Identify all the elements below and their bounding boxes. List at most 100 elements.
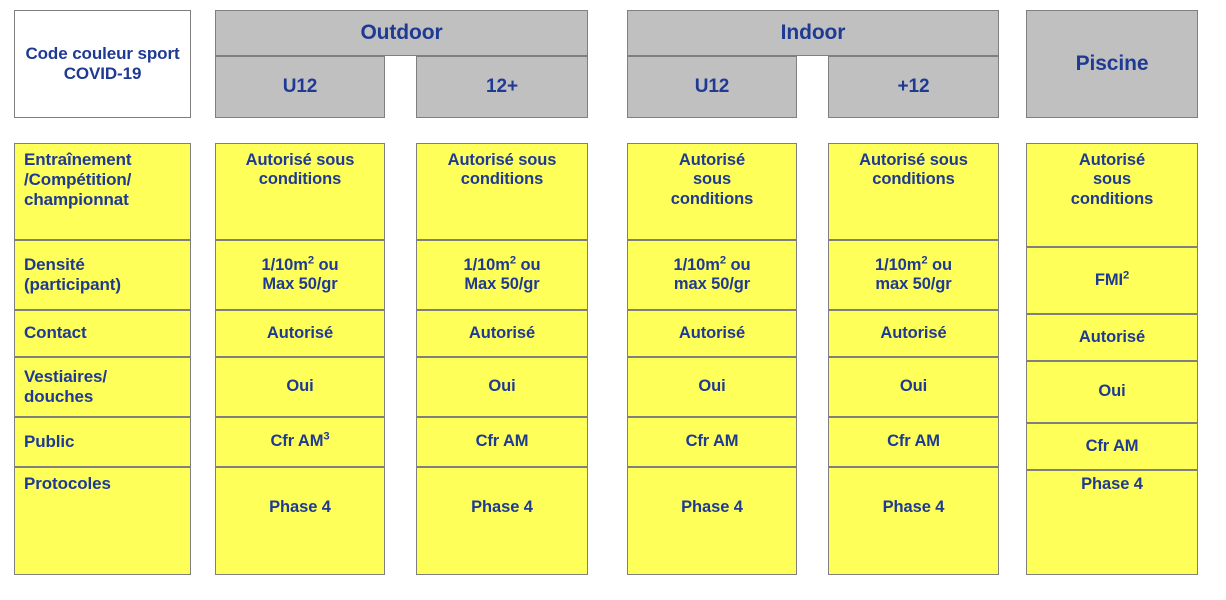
- text-line: Max 50/gr: [262, 275, 338, 293]
- cell-r2-c3: Autorisé: [828, 310, 999, 357]
- cell-text: Protocoles: [24, 474, 190, 494]
- cell-text: Phase 4: [829, 498, 998, 517]
- text-line: FMI2: [1094, 269, 1130, 289]
- text-line: 1/10m2 ou: [673, 254, 751, 274]
- covid-sport-color-code-table: Code couleur sport COVID-19 Outdoor U12 12+…: [0, 0, 1226, 600]
- text-line: Cfr AM: [1085, 436, 1139, 455]
- row-label-4: Public: [14, 417, 191, 467]
- header-sub-label: +12: [897, 75, 930, 97]
- text-line: Phase 4: [269, 498, 331, 516]
- cell-text: Oui: [417, 377, 587, 396]
- text-line: Autorisé sous: [447, 151, 557, 169]
- cell-text: Vestiaires/douches: [24, 367, 190, 407]
- cell-r2-c1: Autorisé: [416, 310, 588, 357]
- header-piscine: Piscine: [1026, 10, 1198, 118]
- header-sub-outdoor-u12: U12: [215, 56, 385, 118]
- text-line: Oui: [286, 377, 314, 396]
- cell-r4-c3: Cfr AM: [828, 417, 999, 467]
- text-line: Contact: [24, 323, 87, 343]
- cell-r1-c4: FMI2: [1026, 247, 1198, 314]
- cell-r3-c2: Oui: [627, 357, 797, 417]
- text-line: conditions: [460, 170, 544, 189]
- cell-r4-c2: Cfr AM: [627, 417, 797, 467]
- row-label-0: Entraînement/Compétition/championnat: [14, 143, 191, 240]
- cell-r5-c2: Phase 4: [627, 467, 797, 575]
- text-line: conditions: [670, 189, 754, 208]
- cell-text: Oui: [829, 377, 998, 396]
- text-line: sous: [692, 170, 732, 189]
- text-line: (participant): [24, 275, 121, 294]
- text-line: Autorisé: [266, 323, 334, 342]
- text-line: 1/10m2 ou: [261, 254, 339, 274]
- header-sub-indoor-plus12: +12: [828, 56, 999, 118]
- cell-r2-c0: Autorisé: [215, 310, 385, 357]
- header-sub-label: 12+: [486, 75, 518, 97]
- text-line: max 50/gr: [875, 275, 952, 293]
- title-cell-label: Code couleur sport COVID-19: [25, 43, 180, 83]
- text-line: conditions: [872, 170, 955, 189]
- text-line: Autorisé: [468, 323, 536, 342]
- superscript: 2: [1122, 269, 1130, 282]
- cell-r4-c1: Cfr AM: [416, 417, 588, 467]
- superscript: 2: [719, 254, 726, 267]
- text-line: Phase 4: [681, 498, 743, 516]
- text-line: max 50/gr: [673, 275, 751, 293]
- text-line: 1/10m2 ou: [463, 254, 541, 274]
- cell-r2-c2: Autorisé: [627, 310, 797, 357]
- cell-r4-c4: Cfr AM: [1026, 423, 1198, 470]
- cell-text: Autorisé sous conditions: [628, 151, 796, 209]
- cell-text: Autorisé: [417, 324, 587, 343]
- superscript: 2: [921, 254, 928, 267]
- text-line: sous: [1092, 170, 1132, 189]
- cell-text: Autorisé: [216, 324, 384, 343]
- cell-r0-c3: Autorisé sous conditions: [828, 143, 999, 240]
- superscript: 3: [323, 430, 330, 443]
- cell-text: Autorisé: [829, 324, 998, 343]
- cell-r2-c4: Autorisé: [1026, 314, 1198, 361]
- cell-r0-c0: Autorisé sous conditions: [215, 143, 385, 240]
- text-line: Oui: [899, 377, 928, 396]
- text-line: Phase 4: [882, 498, 945, 516]
- text-line: Max 50/gr: [464, 275, 540, 293]
- cell-r4-c0: Cfr AM3: [215, 417, 385, 467]
- text-line: Phase 4: [471, 498, 533, 516]
- header-group-indoor-group: Indoor: [627, 10, 999, 56]
- cell-r0-c4: Autorisé sous conditions: [1026, 143, 1198, 247]
- header-group-outdoor-group: Outdoor: [215, 10, 588, 56]
- cell-text: Phase 4: [1027, 475, 1197, 494]
- row-label-2: Contact: [14, 310, 191, 357]
- text-line: Autorisé: [880, 323, 947, 342]
- cell-r3-c4: Oui: [1026, 361, 1198, 423]
- text-line: Oui: [698, 377, 726, 396]
- text-line: Cfr AM: [887, 432, 940, 451]
- text-line: Protocoles: [24, 474, 111, 493]
- text-line: /Compétition/: [24, 170, 132, 190]
- cell-text: 1/10m2 ou max 50/gr: [628, 254, 796, 295]
- text-line: Oui: [488, 377, 516, 396]
- text-line: Autorisé sous: [245, 151, 355, 169]
- superscript: 2: [509, 254, 516, 267]
- cell-r0-c2: Autorisé sous conditions: [627, 143, 797, 240]
- cell-text: Cfr AM: [829, 432, 998, 451]
- cell-r1-c0: 1/10m2 ou Max 50/gr: [215, 240, 385, 310]
- cell-text: Densité (participant): [24, 255, 190, 295]
- cell-r5-c4: Phase 4: [1026, 470, 1198, 575]
- cell-text: Entraînement/Compétition/championnat: [24, 150, 190, 210]
- cell-text: Autorisé sous conditions: [1027, 151, 1197, 209]
- cell-text: Phase 4: [216, 498, 384, 517]
- cell-r3-c3: Oui: [828, 357, 999, 417]
- header-sub-label: U12: [282, 75, 318, 97]
- header-single-label: Piscine: [1075, 51, 1149, 75]
- cell-r5-c3: Phase 4: [828, 467, 999, 575]
- text-line: Cfr AM: [475, 432, 529, 451]
- text-line: Entraînement: [24, 150, 132, 169]
- header-sub-indoor-u12: U12: [627, 56, 797, 118]
- cell-text: Cfr AM: [1027, 437, 1197, 456]
- text-line: Autorisé: [1078, 151, 1146, 169]
- cell-r5-c0: Phase 4: [215, 467, 385, 575]
- cell-text: Autorisé sous conditions: [417, 151, 587, 190]
- cell-text: Oui: [1027, 382, 1197, 401]
- text-line: Autorisé sous: [859, 151, 968, 169]
- title-cell: Code couleur sport COVID-19: [14, 10, 191, 118]
- cell-text: Contact: [24, 323, 190, 343]
